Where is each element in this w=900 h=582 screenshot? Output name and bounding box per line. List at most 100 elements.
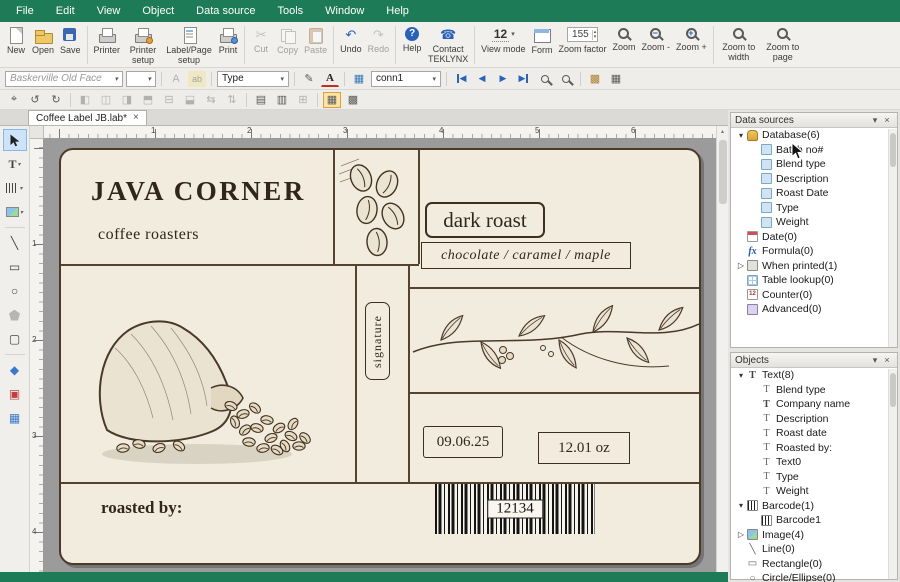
- menu-help[interactable]: Help: [376, 2, 419, 20]
- redo-button[interactable]: ↷Redo: [365, 24, 393, 55]
- scroll-up-icon[interactable]: ▴: [721, 126, 724, 138]
- text-style-icon[interactable]: A: [167, 71, 185, 87]
- datasource-field-roast-date[interactable]: Roast Date: [731, 186, 897, 201]
- shapes-gallery-tool[interactable]: ◆: [3, 359, 27, 381]
- rotate-left-icon[interactable]: ↺: [26, 92, 44, 108]
- datasource-table-lookup[interactable]: Table lookup(0): [731, 273, 897, 288]
- group-objects-icon[interactable]: ⊞: [294, 92, 312, 108]
- menu-tools[interactable]: Tools: [267, 2, 313, 20]
- menu-file[interactable]: File: [6, 2, 44, 20]
- align-center-h-icon[interactable]: ◫: [97, 92, 115, 108]
- objects-barcode-group[interactable]: ▾Barcode(1): [731, 499, 897, 514]
- datasource-field-description[interactable]: Description: [731, 172, 897, 187]
- label-page-setup-button[interactable]: Label/Page setup: [163, 24, 215, 66]
- expander-icon[interactable]: ▾: [736, 131, 746, 140]
- align-middle-icon[interactable]: ⊟: [160, 92, 178, 108]
- printer-button[interactable]: Printer: [91, 24, 124, 56]
- roast-date-textbox[interactable]: 09.06.25: [423, 426, 503, 458]
- objects-circle-group[interactable]: ○Circle/Ellipse(0): [731, 571, 897, 582]
- objects-line-group[interactable]: ╲Line(0): [731, 542, 897, 557]
- next-record-button[interactable]: ▶: [494, 71, 512, 87]
- printer-setup-button[interactable]: Printer setup: [123, 24, 163, 66]
- datasource-when-printed[interactable]: ▷When printed(1): [731, 259, 897, 274]
- expander-icon[interactable]: ▾: [736, 501, 746, 510]
- last-record-button[interactable]: ▶: [515, 71, 533, 87]
- menu-window[interactable]: Window: [315, 2, 374, 20]
- menu-object[interactable]: Object: [132, 2, 184, 20]
- datasource-field-type[interactable]: Type: [731, 201, 897, 216]
- datasource-date[interactable]: Date(0): [731, 230, 897, 245]
- signature-textbox[interactable]: signature: [365, 302, 390, 380]
- datasource-database[interactable]: ▾Database(6): [731, 128, 897, 143]
- datasource-field-blend-type[interactable]: Blend type: [731, 157, 897, 172]
- panel-collapse-icon[interactable]: ▾: [869, 355, 881, 366]
- datasource-counter[interactable]: 12Counter(0): [731, 288, 897, 303]
- objects-rectangle-group[interactable]: ▭Rectangle(0): [731, 557, 897, 572]
- datasource-field-weight[interactable]: Weight: [731, 215, 897, 230]
- bring-to-front-icon[interactable]: ▤: [252, 92, 270, 108]
- coffee-sack-illustration[interactable]: [79, 278, 311, 470]
- object-text0[interactable]: TText0: [731, 455, 897, 470]
- connection-combo[interactable]: conn1▾: [371, 71, 441, 87]
- object-blend-type[interactable]: TBlend type: [731, 383, 897, 398]
- object-weight[interactable]: TWeight: [731, 484, 897, 499]
- expander-icon[interactable]: ▷: [736, 261, 746, 270]
- copy-button[interactable]: Copy: [274, 24, 301, 56]
- barcode-tool[interactable]: ▾: [3, 177, 27, 199]
- rotate-right-icon[interactable]: ↻: [47, 92, 65, 108]
- contact-button[interactable]: ☎Contact TEKLYNX: [425, 24, 471, 65]
- menu-data-source[interactable]: Data source: [186, 2, 265, 20]
- align-top-icon[interactable]: ⬒: [139, 92, 157, 108]
- object-roasted-by[interactable]: TRoasted by:: [731, 441, 897, 456]
- view-mode-control[interactable]: 12▾View mode: [478, 24, 528, 55]
- image-tool[interactable]: ▾: [3, 201, 27, 223]
- panel-collapse-icon[interactable]: ▾: [869, 115, 881, 126]
- align-left-icon[interactable]: ◧: [76, 92, 94, 108]
- distribute-v-icon[interactable]: ⇅: [223, 92, 241, 108]
- undo-button[interactable]: ↶Undo: [337, 24, 365, 55]
- zoom-to-page-button[interactable]: Zoom to page: [761, 24, 805, 63]
- ellipse-tool[interactable]: ○: [3, 280, 27, 302]
- coffee-beans-illustration[interactable]: [337, 156, 415, 260]
- tagline-text[interactable]: coffee roasters: [98, 226, 199, 244]
- save-button[interactable]: Save: [57, 24, 84, 56]
- coffee-branch-illustration[interactable]: [411, 290, 701, 390]
- objects-text-group[interactable]: ▾TText(8): [731, 368, 897, 383]
- previous-record-button[interactable]: ◀: [473, 71, 491, 87]
- zoom-factor-input[interactable]: 155: [568, 29, 592, 40]
- objects-panel-header[interactable]: Objects ▾ ×: [731, 353, 897, 368]
- description-textbox[interactable]: chocolate / caramel / maple: [421, 242, 631, 269]
- document-tab[interactable]: Coffee Label JB.lab* ×: [28, 110, 147, 125]
- panel-close-icon[interactable]: ×: [881, 355, 893, 365]
- align-bottom-icon[interactable]: ⬓: [181, 92, 199, 108]
- datasource-field-batch-no[interactable]: Batch no#: [731, 143, 897, 158]
- expander-icon[interactable]: ▾: [736, 371, 746, 380]
- zoom-out-button[interactable]: −Zoom -: [639, 24, 674, 53]
- merge-database-icon[interactable]: ▩: [586, 71, 604, 87]
- text-tool[interactable]: T▾: [3, 153, 27, 175]
- snap-to-grid-icon[interactable]: ▦: [323, 92, 341, 108]
- align-right-icon[interactable]: ◨: [118, 92, 136, 108]
- object-roast-date[interactable]: TRoast date: [731, 426, 897, 441]
- cut-button[interactable]: ✂Cut: [248, 24, 274, 55]
- font-family-combo[interactable]: Baskerville Old Face▾: [5, 71, 123, 87]
- rectangle-tool[interactable]: ▭: [3, 256, 27, 278]
- panel-scrollbar[interactable]: [888, 369, 897, 579]
- panel-close-icon[interactable]: ×: [881, 115, 893, 125]
- data-grid-tool[interactable]: ▦: [3, 407, 27, 429]
- highlight-icon[interactable]: ab: [188, 71, 206, 87]
- line-tool[interactable]: ╲: [3, 232, 27, 254]
- find-next-record-icon[interactable]: [557, 71, 575, 87]
- objects-image-group[interactable]: ▷Image(4): [731, 528, 897, 543]
- view-mode-value[interactable]: 12: [492, 27, 509, 42]
- zoom-in-button[interactable]: +Zoom +: [673, 24, 710, 53]
- menu-view[interactable]: View: [87, 2, 131, 20]
- select-mode-icon[interactable]: ⌖: [5, 92, 23, 108]
- send-to-back-icon[interactable]: ▥: [273, 92, 291, 108]
- print-button[interactable]: Print: [215, 24, 241, 56]
- panel-scrollbar[interactable]: [888, 129, 897, 347]
- distribute-h-icon[interactable]: ⇆: [202, 92, 220, 108]
- new-button[interactable]: New: [3, 24, 29, 56]
- roasted-by-text[interactable]: roasted by:: [101, 498, 182, 518]
- barcode-object[interactable]: 12134: [435, 484, 595, 534]
